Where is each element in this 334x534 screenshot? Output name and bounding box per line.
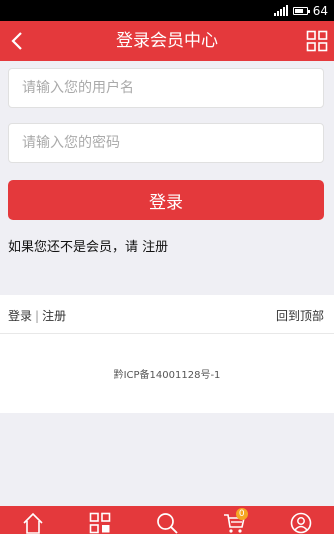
signal-icon [273, 5, 288, 16]
register-prompt-text: 如果您还不是会员，请 [8, 240, 143, 255]
search-icon [157, 513, 178, 534]
grid-icon [89, 512, 111, 534]
back-to-top-link[interactable]: 回到顶部 [276, 307, 324, 324]
register-link[interactable]: 注册 [142, 240, 168, 255]
nav-home[interactable] [13, 506, 53, 534]
bottom-nav: 0 [0, 506, 334, 534]
menu-grid-button[interactable] [306, 30, 328, 52]
footer-links: 登录 | 注册 回到顶部 [0, 295, 334, 334]
header-bar: 登录会员中心 [0, 21, 334, 61]
back-button[interactable] [5, 27, 29, 55]
password-input[interactable] [8, 123, 324, 163]
footer-separator: | [35, 309, 40, 323]
register-prompt: 如果您还不是会员，请 注册 [8, 236, 168, 255]
username-input[interactable] [8, 68, 324, 108]
nav-search[interactable] [147, 506, 187, 534]
nav-categories[interactable] [80, 506, 120, 534]
chevron-left-icon [11, 32, 22, 50]
grid-icon [306, 30, 328, 52]
footer: 登录 | 注册 回到顶部 黔ICP备14001128号-1 [0, 295, 334, 413]
status-indicators: 64 [273, 0, 328, 21]
login-button[interactable]: 登录 [8, 180, 324, 220]
status-bar: 64 [0, 0, 334, 21]
footer-register-link[interactable]: 注册 [42, 309, 66, 323]
battery-icon [292, 6, 310, 15]
battery-level: 64 [312, 3, 328, 18]
nav-cart[interactable]: 0 [214, 506, 254, 534]
icp-notice: 黔ICP备14001128号-1 [113, 370, 221, 381]
nav-user[interactable] [281, 506, 321, 534]
cart-count-badge: 0 [235, 508, 248, 520]
footer-login-link[interactable]: 登录 [8, 309, 32, 323]
page-title: 登录会员中心 [116, 31, 218, 51]
user-icon [290, 512, 311, 534]
footer-auth-links: 登录 | 注册 [8, 307, 66, 324]
home-icon [23, 512, 43, 534]
